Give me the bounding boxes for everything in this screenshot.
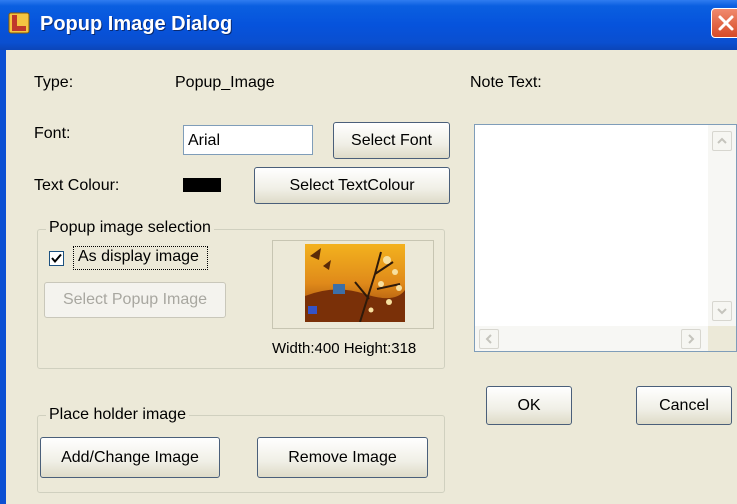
note-text-label: Note Text:: [470, 74, 542, 91]
font-label: Font:: [34, 125, 71, 142]
close-button[interactable]: [711, 8, 737, 38]
type-label: Type:: [34, 74, 74, 91]
note-vertical-scrollbar[interactable]: [708, 125, 736, 326]
select-popup-image-button-label: Select Popup Image: [62, 291, 208, 308]
as-display-image-label[interactable]: As display image: [78, 248, 199, 266]
window-frame-left: [0, 50, 6, 504]
cancel-button[interactable]: Cancel: [636, 386, 732, 425]
placeholder-image-group-title: Place holder image: [46, 406, 189, 424]
dialog-window: Popup Image Dialog Type: Popup_Image Not…: [0, 0, 737, 504]
image-size-text: Width:400 Height:318: [272, 340, 417, 357]
text-colour-label: Text Colour:: [34, 177, 120, 194]
chevron-up-icon: [717, 137, 727, 144]
app-icon: [8, 12, 30, 34]
add-change-image-button[interactable]: Add/Change Image: [40, 437, 220, 478]
select-popup-image-button[interactable]: Select Popup Image: [44, 282, 226, 318]
add-change-image-button-label: Add/Change Image: [61, 449, 199, 466]
scroll-right-button[interactable]: [681, 329, 701, 349]
scroll-left-button[interactable]: [479, 329, 499, 349]
ok-button-label: OK: [517, 397, 541, 414]
scrollbar-corner: [708, 326, 736, 351]
select-text-colour-button-label: Select TextColour: [289, 177, 415, 194]
popup-image-thumbnail: [305, 244, 405, 322]
chevron-left-icon: [485, 334, 492, 344]
chevron-down-icon: [717, 308, 727, 315]
select-text-colour-button[interactable]: Select TextColour: [254, 167, 450, 204]
cancel-button-label: Cancel: [659, 397, 709, 414]
checkmark-icon: [51, 253, 62, 264]
as-display-image-checkbox[interactable]: [49, 251, 64, 266]
scroll-up-button[interactable]: [712, 131, 732, 151]
remove-image-button-label: Remove Image: [288, 449, 397, 466]
select-font-button-label: Select Font: [351, 132, 432, 149]
select-font-button[interactable]: Select Font: [333, 122, 450, 159]
text-colour-swatch: [183, 178, 221, 192]
note-horizontal-scrollbar[interactable]: [475, 326, 708, 351]
title-bar[interactable]: Popup Image Dialog: [0, 0, 737, 50]
chevron-right-icon: [688, 334, 695, 344]
close-icon: [718, 15, 734, 31]
window-title: Popup Image Dialog: [40, 13, 233, 35]
popup-image-group-title: Popup image selection: [46, 219, 214, 237]
scroll-down-button[interactable]: [712, 301, 732, 321]
remove-image-button[interactable]: Remove Image: [257, 437, 428, 478]
note-text-area[interactable]: [474, 124, 737, 352]
type-value: Popup_Image: [175, 74, 275, 91]
ok-button[interactable]: OK: [486, 386, 572, 425]
font-input[interactable]: Arial: [183, 125, 313, 155]
